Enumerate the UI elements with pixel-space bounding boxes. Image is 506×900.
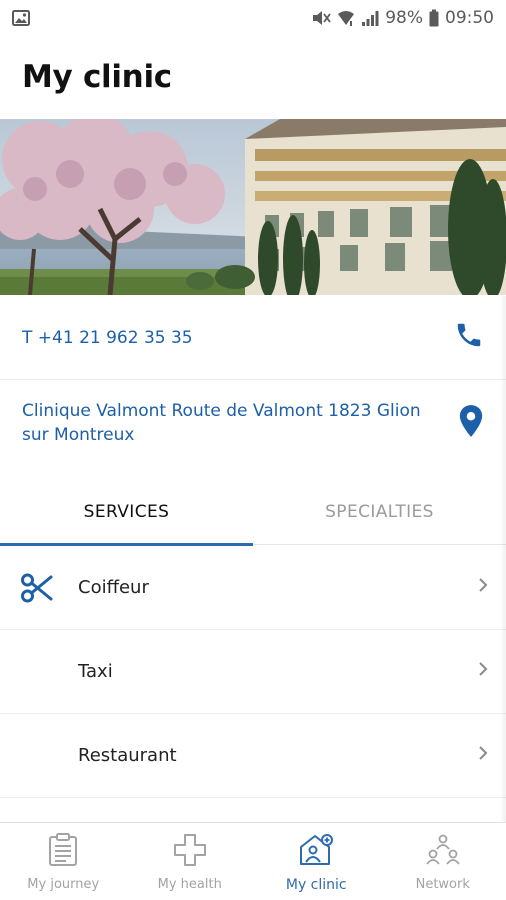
nav-label: My health [157, 877, 222, 892]
list-item-label: Taxi [78, 661, 113, 682]
clipboard-icon [46, 833, 80, 872]
location-pin-icon[interactable] [458, 404, 484, 443]
scroll-edge-shadow [500, 296, 506, 822]
list-item-label: Coiffeur [78, 577, 149, 598]
page-title: My clinic [22, 59, 172, 95]
mute-icon [311, 9, 331, 27]
chevron-right-icon [478, 577, 488, 598]
chevron-right-icon [478, 745, 488, 766]
clinic-icon [298, 833, 334, 872]
status-bar: 98% 09:50 [0, 0, 506, 36]
list-item-icon-placeholder [20, 736, 78, 776]
clinic-hero-image [0, 119, 506, 295]
app-header: My clinic [0, 36, 506, 118]
battery-percent: 98% [385, 8, 423, 28]
signal-icon [361, 9, 379, 27]
list-item-icon-placeholder [20, 652, 78, 692]
chevron-right-icon [478, 661, 488, 682]
bottom-navigation: My journey My health My clinic Network [0, 822, 506, 900]
wifi-icon [337, 9, 355, 27]
tab-divider [253, 544, 506, 545]
tab-services[interactable]: SERVICES [0, 478, 253, 546]
nav-label: My journey [27, 877, 100, 892]
image-notification-icon [12, 10, 30, 26]
medical-cross-icon [173, 833, 207, 872]
nav-my-journey[interactable]: My journey [0, 823, 127, 900]
nav-network[interactable]: Network [380, 823, 506, 900]
list-item-restaurant[interactable]: Restaurant [0, 714, 506, 798]
list-item-coiffeur[interactable]: Coiffeur [0, 546, 506, 630]
tab-bar: SERVICES SPECIALTIES [0, 478, 506, 546]
phone-row[interactable]: T +41 21 962 35 35 [0, 296, 506, 380]
phone-number[interactable]: T +41 21 962 35 35 [22, 326, 193, 350]
list-item-taxi[interactable]: Taxi [0, 630, 506, 714]
scissors-icon [20, 568, 78, 608]
battery-icon [429, 9, 439, 27]
clinic-address[interactable]: Clinique Valmont Route de Valmont 1823 G… [22, 399, 442, 447]
nav-my-clinic[interactable]: My clinic [253, 823, 380, 900]
phone-icon[interactable] [454, 320, 484, 355]
nav-my-health[interactable]: My health [127, 823, 254, 900]
clock: 09:50 [445, 8, 494, 28]
network-icon [425, 833, 461, 872]
tab-specialties[interactable]: SPECIALTIES [253, 478, 506, 546]
nav-label: Network [415, 877, 470, 892]
list-item-label: Restaurant [78, 745, 177, 766]
address-row[interactable]: Clinique Valmont Route de Valmont 1823 G… [0, 381, 506, 465]
nav-label: My clinic [285, 877, 347, 893]
services-list: Coiffeur Taxi Restaurant [0, 546, 506, 798]
